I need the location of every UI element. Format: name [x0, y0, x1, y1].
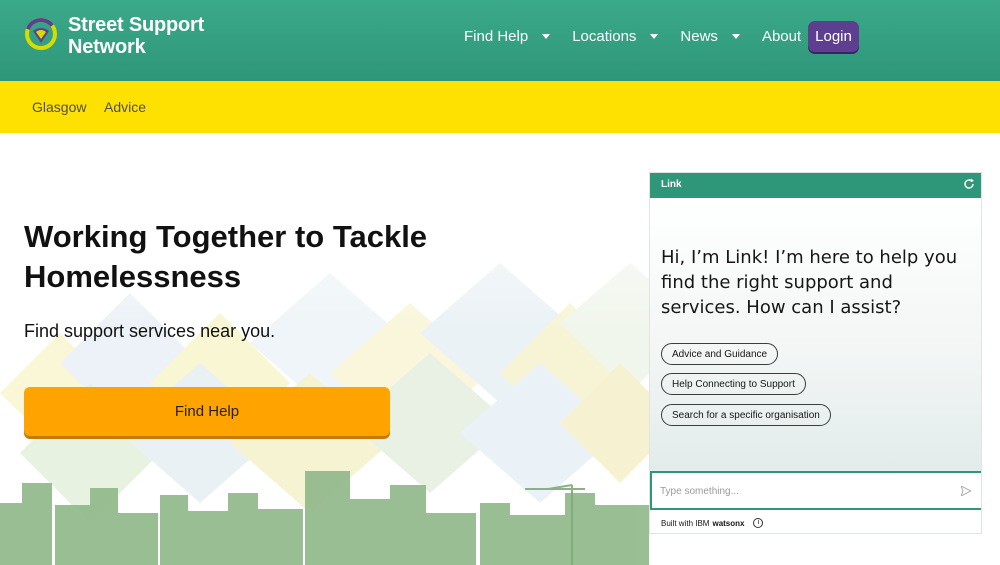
login-button[interactable]: Login — [808, 21, 859, 52]
location-subnav: Glasgow Advice — [0, 81, 1000, 133]
main-nav: Find Help Locations News About — [464, 24, 845, 48]
subnav-advice[interactable]: Advice — [104, 99, 146, 115]
chat-title: Link — [661, 179, 682, 190]
chevron-down-icon — [542, 33, 551, 39]
nav-locations-label: Locations — [572, 27, 637, 45]
chip-search-organisation[interactable]: Search for a specific organisation — [661, 404, 831, 426]
chevron-down-icon — [731, 33, 740, 39]
nav-about-label: About — [761, 27, 802, 45]
hero-subtitle: Find support services near you. — [24, 321, 276, 341]
chat-footer: Built with IBM watsonx i — [661, 518, 764, 528]
chat-input-box — [650, 471, 981, 510]
nav-locations[interactable]: Locations — [572, 24, 680, 48]
site-header: Street Support Network Find Help Locatio… — [0, 0, 1000, 81]
refresh-icon[interactable] — [963, 178, 975, 190]
nav-find-help-label: Find Help — [464, 27, 529, 45]
chat-message-input[interactable] — [660, 482, 950, 500]
nav-find-help[interactable]: Find Help — [464, 24, 572, 48]
chip-advice-and-guidance[interactable]: Advice and Guidance — [661, 343, 779, 365]
page-title: Working Together to Tackle Homelessness — [24, 219, 428, 294]
subnav-glasgow[interactable]: Glasgow — [32, 99, 86, 115]
footer-prefix: Built with IBM — [661, 518, 710, 528]
nav-news-label: News — [680, 27, 718, 45]
logo-icon[interactable] — [24, 17, 58, 55]
chip-help-connecting[interactable]: Help Connecting to Support — [661, 373, 806, 395]
brand-line-1: Street Support — [68, 14, 205, 36]
chat-welcome-message: Hi, I’m Link! I’m here to help you find … — [661, 247, 958, 318]
info-icon[interactable]: i — [753, 518, 764, 528]
find-help-button[interactable]: Find Help — [24, 387, 390, 436]
chat-header: Link — [650, 173, 981, 198]
chat-widget: Link Hi, I’m Link! I’m here to help you … — [649, 172, 982, 534]
chevron-down-icon — [650, 33, 659, 39]
chat-body: Hi, I’m Link! I’m here to help you find … — [650, 198, 981, 471]
nav-news[interactable]: News — [680, 24, 762, 48]
footer-brand: watsonx — [712, 518, 745, 528]
brand-line-2: Network — [68, 36, 146, 58]
brand-name[interactable]: Street Support Network — [68, 14, 204, 58]
send-icon[interactable] — [961, 486, 971, 496]
